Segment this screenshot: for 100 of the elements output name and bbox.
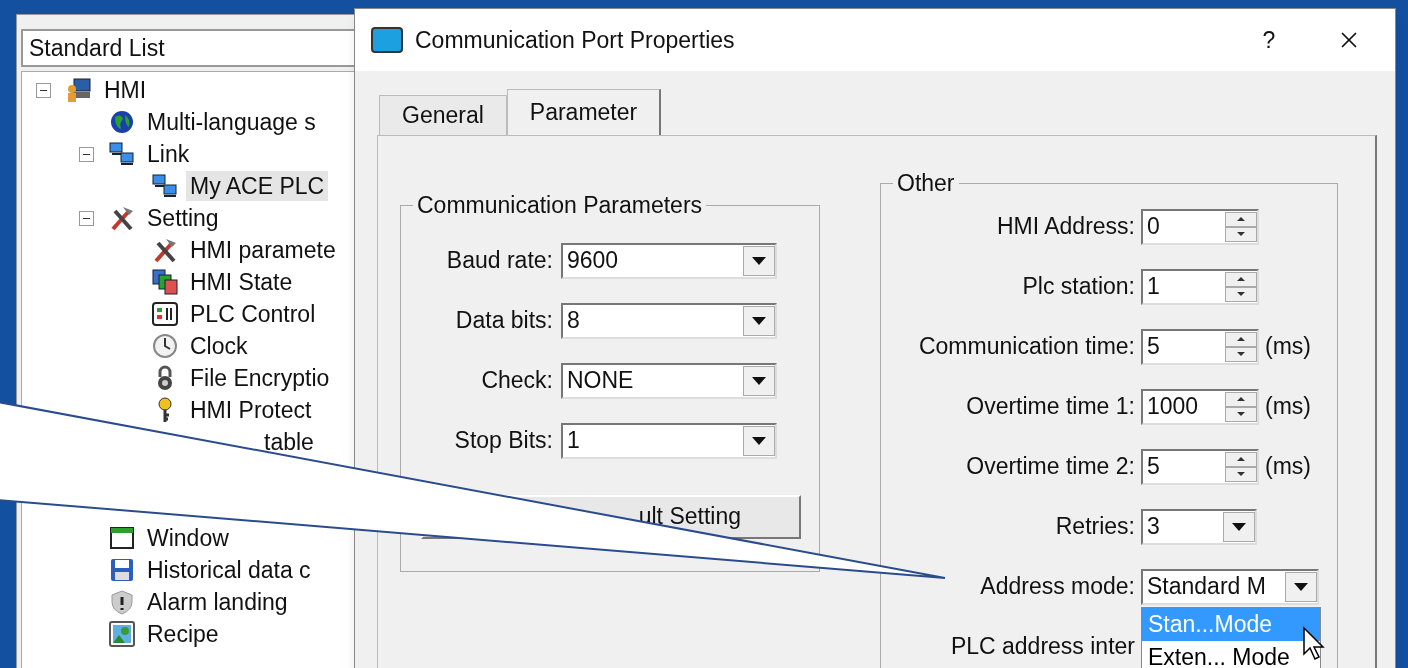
dropdown-arrow-button[interactable]: [743, 245, 775, 276]
caret-icon: [1294, 582, 1308, 591]
shield-exclamation-icon: [109, 589, 135, 615]
tree-item[interactable]: Window: [143, 523, 233, 553]
down-arrow-icon: [1237, 232, 1245, 236]
up-arrow-icon: [1237, 457, 1245, 461]
tree-item[interactable]: HMI: [100, 75, 151, 105]
tree-item[interactable]: Historical data c: [143, 555, 315, 585]
tab[interactable]: General: [379, 95, 507, 135]
hammer-wrench-icon: [109, 205, 135, 231]
tree-item[interactable]: Setting: [143, 203, 223, 233]
field-label: Data bits:: [454, 306, 553, 336]
hammer-wrench-icon: [152, 237, 178, 263]
down-arrow-icon: [1237, 352, 1245, 356]
up-arrow-icon: [1237, 337, 1245, 341]
field-label: Check:: [480, 366, 553, 396]
tree-item[interactable]: HMI paramete: [186, 235, 340, 265]
landscape-picture-icon: [109, 621, 135, 647]
tree-item[interactable]: Clock: [186, 331, 252, 361]
dropdown-field[interactable]: 1: [561, 422, 777, 459]
computer-user-icon: [66, 77, 92, 103]
spin-up-button[interactable]: [1225, 391, 1257, 407]
tree-item[interactable]: HMI State: [186, 267, 297, 297]
dropdown-arrow-button[interactable]: [743, 365, 775, 396]
network-computers-icon: [109, 141, 135, 167]
dropdown-field[interactable]: NONE: [561, 362, 777, 399]
dropdown-value: 3: [1146, 512, 1161, 542]
caret-icon: [752, 376, 766, 385]
network-computers-icon: [152, 173, 178, 199]
spin-field[interactable]: 5: [1141, 328, 1259, 365]
spin-field[interactable]: 1: [1141, 268, 1259, 305]
tree-item[interactable]: PLC Control: [186, 299, 320, 329]
up-arrow-icon: [1237, 217, 1245, 221]
group-title: Communication Parameters: [416, 191, 704, 220]
field-label: Communication time:: [917, 332, 1135, 362]
dropdown-arrow-button[interactable]: [1285, 571, 1317, 602]
spin-up-button[interactable]: [1225, 271, 1257, 287]
tree-item[interactable]: Alarm landing: [143, 587, 292, 617]
field-label: Overtime time 2:: [965, 452, 1135, 482]
dropdown-field[interactable]: 8: [561, 302, 777, 339]
caret-icon: [1232, 522, 1246, 531]
dropdown-field[interactable]: Standard M: [1141, 568, 1319, 605]
control-panel-icon: [152, 301, 178, 327]
spin-field[interactable]: 5: [1141, 448, 1259, 485]
window-title: Communication Port Properties: [415, 25, 736, 55]
tab[interactable]: Parameter: [506, 89, 662, 135]
dropdown-value: 9600: [566, 246, 620, 276]
spin-value: 1: [1146, 272, 1161, 302]
dropdown-field[interactable]: 9600: [561, 242, 777, 279]
field-label: Stop Bits:: [453, 426, 553, 456]
tree-item[interactable]: File Encryptio: [186, 363, 334, 393]
up-arrow-icon: [1237, 277, 1245, 281]
caret-icon: [752, 256, 766, 265]
down-arrow-icon: [1237, 412, 1245, 416]
help-button[interactable]: ?: [1239, 22, 1299, 58]
group-title: Other: [896, 169, 956, 198]
unit-label: (ms): [1265, 392, 1311, 422]
dropdown-field[interactable]: 3: [1141, 508, 1257, 545]
window-icon: [109, 525, 135, 551]
field-label: Overtime time 1:: [965, 392, 1135, 422]
dropdown-arrow-button[interactable]: [743, 305, 775, 336]
spin-field[interactable]: 1000: [1141, 388, 1259, 425]
collapse-toggle[interactable]: [78, 210, 94, 226]
dropdown-value: 1: [566, 426, 581, 456]
up-arrow-icon: [1237, 397, 1245, 401]
dropdown-value: Standard M: [1146, 572, 1267, 602]
tree-item[interactable]: HMI Protect: [186, 395, 316, 425]
monitor-icon: [371, 27, 403, 53]
field-label: HMI Address:: [995, 212, 1135, 242]
unit-label: (ms): [1265, 452, 1311, 482]
collapse-toggle[interactable]: [35, 82, 51, 98]
dropdown-arrow-button[interactable]: [1223, 511, 1255, 542]
dropdown-value: 8: [566, 306, 581, 336]
collapse-toggle[interactable]: [78, 146, 94, 162]
tree-item[interactable]: table: [260, 427, 318, 457]
documents-icon: [152, 269, 178, 295]
field-label: Address mode:: [979, 572, 1135, 602]
caret-icon: [752, 316, 766, 325]
field-label: Plc station:: [1021, 272, 1135, 302]
field-label: Retries:: [1054, 512, 1135, 542]
tree-item[interactable]: Link: [143, 139, 194, 169]
view-selector-value: Standard List: [29, 33, 165, 63]
unit-label: (ms): [1265, 332, 1311, 362]
spin-field[interactable]: 0: [1141, 208, 1259, 245]
down-arrow-icon: [1237, 292, 1245, 296]
tree-item[interactable]: Multi-language s: [143, 107, 320, 137]
field-label: Baud rate:: [445, 246, 553, 276]
dropdown-arrow-button[interactable]: [743, 425, 775, 456]
field-label: PLC address inter: [949, 632, 1135, 662]
spin-up-button[interactable]: [1225, 451, 1257, 467]
spin-value: 0: [1146, 212, 1161, 242]
tree-item[interactable]: Recipe: [143, 619, 223, 649]
spin-value: 5: [1146, 452, 1161, 482]
spin-up-button[interactable]: [1225, 331, 1257, 347]
clock-icon: [152, 333, 178, 359]
down-arrow-icon: [1237, 472, 1245, 476]
tree-item[interactable]: My ACE PLC: [186, 171, 329, 201]
spin-up-button[interactable]: [1225, 211, 1257, 227]
dropdown-value: NONE: [566, 366, 635, 396]
caret-icon: [752, 436, 766, 445]
